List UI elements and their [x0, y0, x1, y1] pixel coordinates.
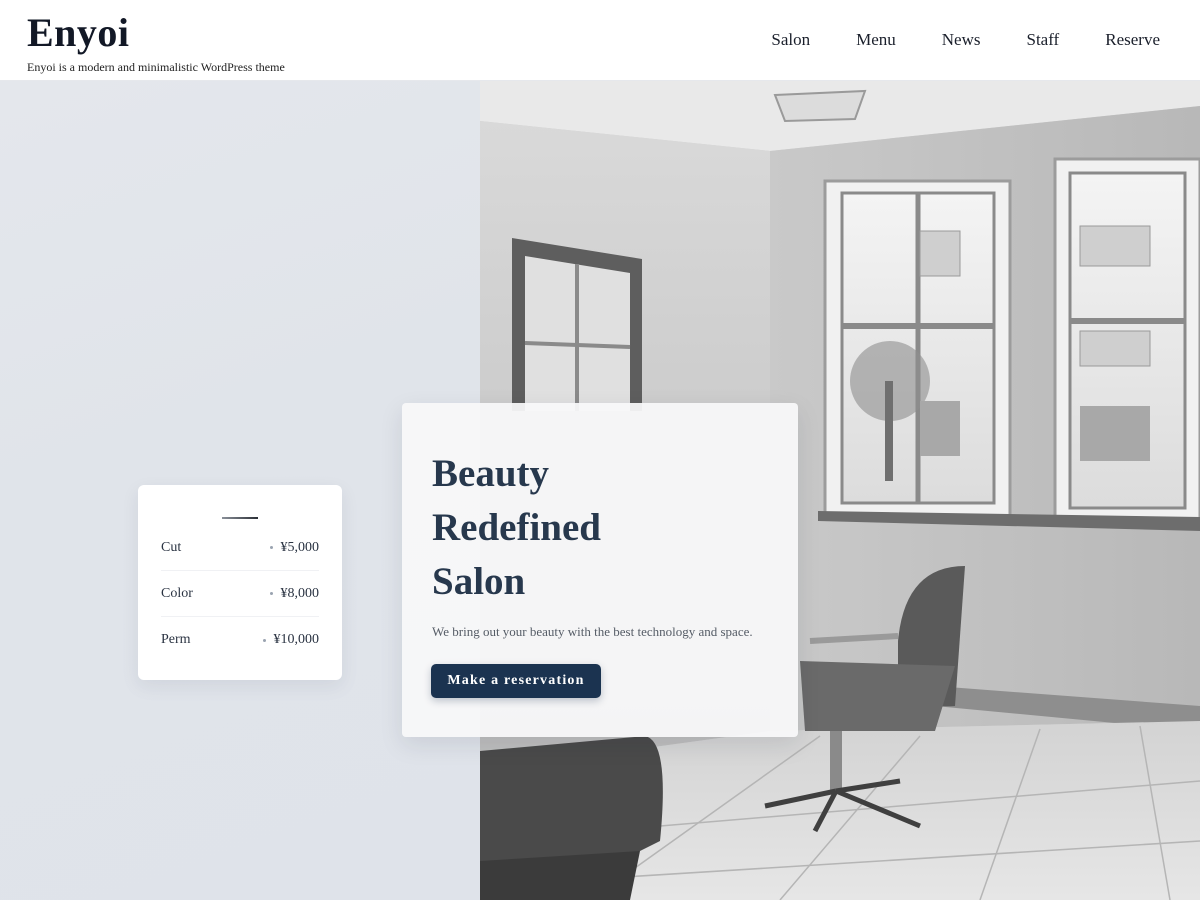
- service-price: ¥5,000: [280, 539, 320, 555]
- make-reservation-button[interactable]: Make a reservation: [431, 664, 601, 698]
- service-price: ¥8,000: [280, 585, 320, 601]
- hero-card: Beauty Redefined Salon We bring out your…: [402, 403, 798, 737]
- main-nav: Salon Menu News Staff Reserve: [725, 30, 1160, 50]
- service-name: Perm: [161, 632, 191, 647]
- site-title[interactable]: Enyoi: [27, 9, 130, 56]
- service-name: Color: [161, 585, 193, 601]
- bullet-icon: [269, 592, 273, 595]
- hero-title-line: Salon: [432, 560, 526, 603]
- site-header: Enyoi Enyoi is a modern and minimalistic…: [0, 0, 1200, 81]
- hero-title-line: Redefined: [432, 506, 601, 549]
- nav-item-reserve[interactable]: Reserve: [1105, 30, 1160, 50]
- price-row-cut: Cut ¥5,000: [161, 525, 319, 571]
- price-row-perm: Perm ¥10,000: [161, 617, 319, 663]
- nav-item-menu[interactable]: Menu: [856, 30, 896, 50]
- service-name: Cut: [161, 539, 182, 555]
- price-card-divider: [222, 517, 258, 519]
- nav-item-salon[interactable]: Salon: [771, 30, 810, 50]
- price-row-color: Color ¥8,000: [161, 571, 319, 617]
- hero-title: Beauty Redefined Salon: [432, 447, 601, 609]
- site-tagline: Enyoi is a modern and minimalistic WordP…: [27, 60, 285, 74]
- hero-subtitle: We bring out your beauty with the best t…: [432, 624, 753, 639]
- bullet-icon: [262, 638, 266, 642]
- hero-title-line: Beauty: [432, 452, 549, 495]
- service-price: ¥10,000: [273, 632, 320, 647]
- nav-item-news[interactable]: News: [942, 30, 981, 50]
- nav-item-staff[interactable]: Staff: [1026, 30, 1059, 50]
- price-list-card: Cut ¥5,000 Color ¥8,000 Perm ¥10,000: [138, 485, 342, 680]
- bullet-icon: [269, 546, 273, 549]
